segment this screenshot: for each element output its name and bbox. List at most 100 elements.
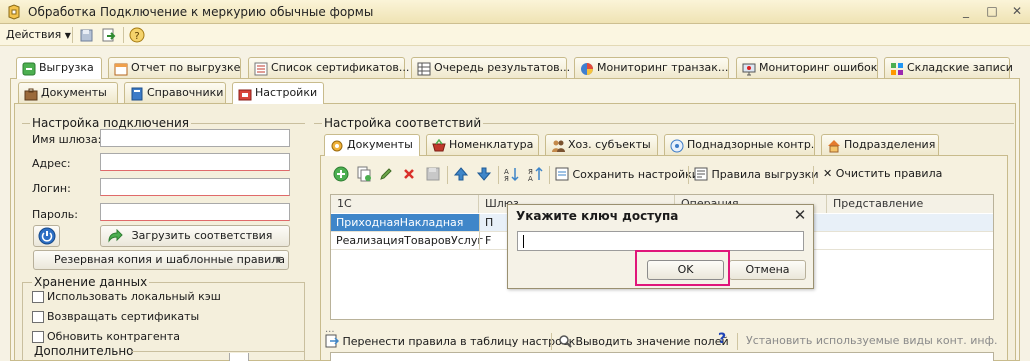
toolbar-separator bbox=[123, 27, 124, 43]
additional-field[interactable] bbox=[229, 353, 249, 361]
rules-icon bbox=[694, 167, 708, 181]
dropdown-arrow-icon: ▼ bbox=[275, 255, 282, 264]
password-input[interactable] bbox=[100, 203, 290, 221]
settings-folder-icon bbox=[238, 89, 252, 101]
magnifier-icon bbox=[559, 335, 572, 348]
text-caret bbox=[523, 235, 524, 248]
transfer-rules-button[interactable]: Перенести правила в таблицу настроек bbox=[325, 334, 575, 348]
load-mappings-button[interactable]: Загрузить соответствия bbox=[100, 225, 290, 247]
subtab-catalogs[interactable]: Справочники bbox=[124, 82, 226, 103]
warehouse-icon bbox=[891, 63, 903, 75]
export-rules-button[interactable]: Правила выгрузки bbox=[694, 167, 818, 181]
help-icon[interactable]: ? bbox=[129, 27, 145, 43]
svg-text:Я: Я bbox=[504, 175, 509, 182]
transfer-icon bbox=[325, 334, 340, 348]
column-header-1c[interactable]: 1С bbox=[331, 195, 479, 213]
sort-descending-icon[interactable]: ЯA bbox=[527, 166, 543, 182]
login-input[interactable] bbox=[100, 178, 290, 196]
tab-export[interactable]: Выгрузка bbox=[16, 57, 102, 79]
help-question-icon[interactable]: ? bbox=[718, 331, 726, 347]
gateway-label: Имя шлюза: bbox=[32, 133, 102, 146]
window-title-bar: Обработка Подключение к меркурию обычные… bbox=[0, 0, 1030, 24]
move-up-icon[interactable] bbox=[453, 166, 469, 182]
actions-menu[interactable]: Действия ▼ bbox=[6, 28, 71, 41]
save-settings-icon bbox=[555, 167, 569, 181]
supervised-icon bbox=[670, 139, 684, 153]
mapping-tab-nomenclature[interactable]: Номенклатура bbox=[426, 134, 539, 155]
clear-icon: ✕ bbox=[823, 167, 833, 180]
output-fields-button[interactable]: Выводить значение полей bbox=[558, 334, 729, 348]
house-icon bbox=[828, 140, 840, 153]
tab-transaction-monitoring[interactable]: Мониторинг транзак... bbox=[574, 57, 729, 78]
ok-button-highlight bbox=[635, 250, 730, 286]
toolbar-separator bbox=[737, 333, 738, 350]
update-counterparty-label: Обновить контрагента bbox=[47, 330, 180, 343]
dialog-title: Укажите ключ доступа bbox=[516, 209, 679, 223]
toolbar-separator bbox=[447, 166, 448, 184]
tab-warehouse-records[interactable]: Складские записи bbox=[884, 57, 1013, 78]
monitor-icon bbox=[742, 63, 756, 76]
maximize-button[interactable]: □ bbox=[984, 4, 1000, 19]
clear-rules-button[interactable]: ✕ Очистить правила bbox=[823, 167, 942, 180]
toolbar-separator bbox=[813, 166, 814, 184]
local-cache-checkbox[interactable] bbox=[32, 291, 44, 303]
access-key-input[interactable] bbox=[517, 231, 804, 251]
mapping-tab-departments[interactable]: Подразделения bbox=[821, 134, 939, 155]
calendar-icon bbox=[114, 63, 128, 76]
connection-section-title: Настройка подключения bbox=[30, 116, 191, 130]
edit-icon[interactable] bbox=[378, 166, 394, 182]
close-window-button[interactable]: ✕ bbox=[1009, 4, 1025, 19]
toolbar-separator bbox=[498, 166, 499, 184]
table-cell-1c[interactable]: РеализацияТоваровУслуг bbox=[331, 232, 483, 250]
save-disabled-icon[interactable] bbox=[425, 166, 441, 182]
address-input[interactable] bbox=[100, 153, 290, 171]
basket-icon bbox=[432, 139, 446, 152]
return-certificates-checkbox[interactable] bbox=[32, 311, 44, 323]
window-title: Обработка Подключение к меркурию обычные… bbox=[28, 5, 374, 19]
settings-table bbox=[330, 352, 994, 361]
copy-icon[interactable] bbox=[356, 166, 372, 182]
toolbar-separator bbox=[688, 166, 689, 184]
mapping-tab-documents[interactable]: Документы bbox=[324, 134, 420, 156]
disk-stack-icon[interactable] bbox=[79, 27, 95, 43]
column-header-presentation[interactable]: Представление bbox=[827, 195, 993, 213]
export-icon[interactable] bbox=[101, 27, 117, 43]
login-label: Логин: bbox=[32, 182, 71, 195]
table-cell-1c[interactable]: ПриходнаяНакладная bbox=[331, 214, 479, 232]
update-counterparty-checkbox[interactable] bbox=[32, 331, 44, 343]
export-tab-icon bbox=[22, 62, 36, 76]
sort-ascending-icon[interactable]: AЯ bbox=[503, 166, 519, 182]
toolbar-separator bbox=[549, 166, 550, 184]
documents-gear-icon bbox=[331, 140, 343, 152]
tab-results-queue[interactable]: Очередь результатов... bbox=[411, 57, 570, 78]
toolbar-separator bbox=[72, 27, 73, 43]
cancel-button[interactable]: Отмена bbox=[729, 260, 806, 280]
minimize-button[interactable]: _ bbox=[958, 4, 974, 19]
mapping-tab-entities[interactable]: Хоз. субъекты bbox=[545, 134, 658, 155]
set-contact-types-button[interactable]: Установить используемые виды конт. инф. bbox=[746, 334, 1018, 347]
move-down-icon[interactable] bbox=[476, 166, 492, 182]
power-icon bbox=[38, 227, 55, 245]
tab-export-report[interactable]: Отчет по выгрузке bbox=[108, 57, 241, 78]
svg-text:A: A bbox=[528, 175, 533, 182]
subtab-documents[interactable]: Документы bbox=[18, 82, 118, 103]
save-settings-button[interactable]: Сохранить настройки bbox=[555, 167, 699, 181]
subtab-settings[interactable]: Настройки bbox=[232, 82, 324, 104]
delete-icon[interactable] bbox=[401, 166, 417, 182]
mapping-tab-supervised[interactable]: Поднадзорные контр. bbox=[664, 134, 815, 155]
briefcase-icon bbox=[24, 88, 38, 101]
gateway-input[interactable] bbox=[100, 129, 290, 147]
section-divider bbox=[132, 351, 305, 352]
backup-templates-button[interactable]: Резервная копия и шаблонные правила ▼ bbox=[33, 250, 289, 270]
tab-certificates[interactable]: Список сертификатов... bbox=[248, 57, 409, 78]
svg-text:?: ? bbox=[134, 31, 139, 42]
tab-error-monitoring[interactable]: Мониторинг ошибок bbox=[736, 57, 878, 78]
address-label: Адрес: bbox=[32, 157, 71, 170]
add-icon[interactable] bbox=[333, 166, 349, 182]
menu-bar: Действия ▼ ? bbox=[0, 24, 1030, 46]
book-icon bbox=[131, 87, 143, 101]
power-button[interactable] bbox=[33, 225, 60, 247]
dropdown-arrow-icon: ▼ bbox=[64, 31, 71, 40]
dialog-close-icon[interactable]: ✕ bbox=[791, 206, 809, 224]
pie-chart-icon bbox=[581, 63, 593, 75]
